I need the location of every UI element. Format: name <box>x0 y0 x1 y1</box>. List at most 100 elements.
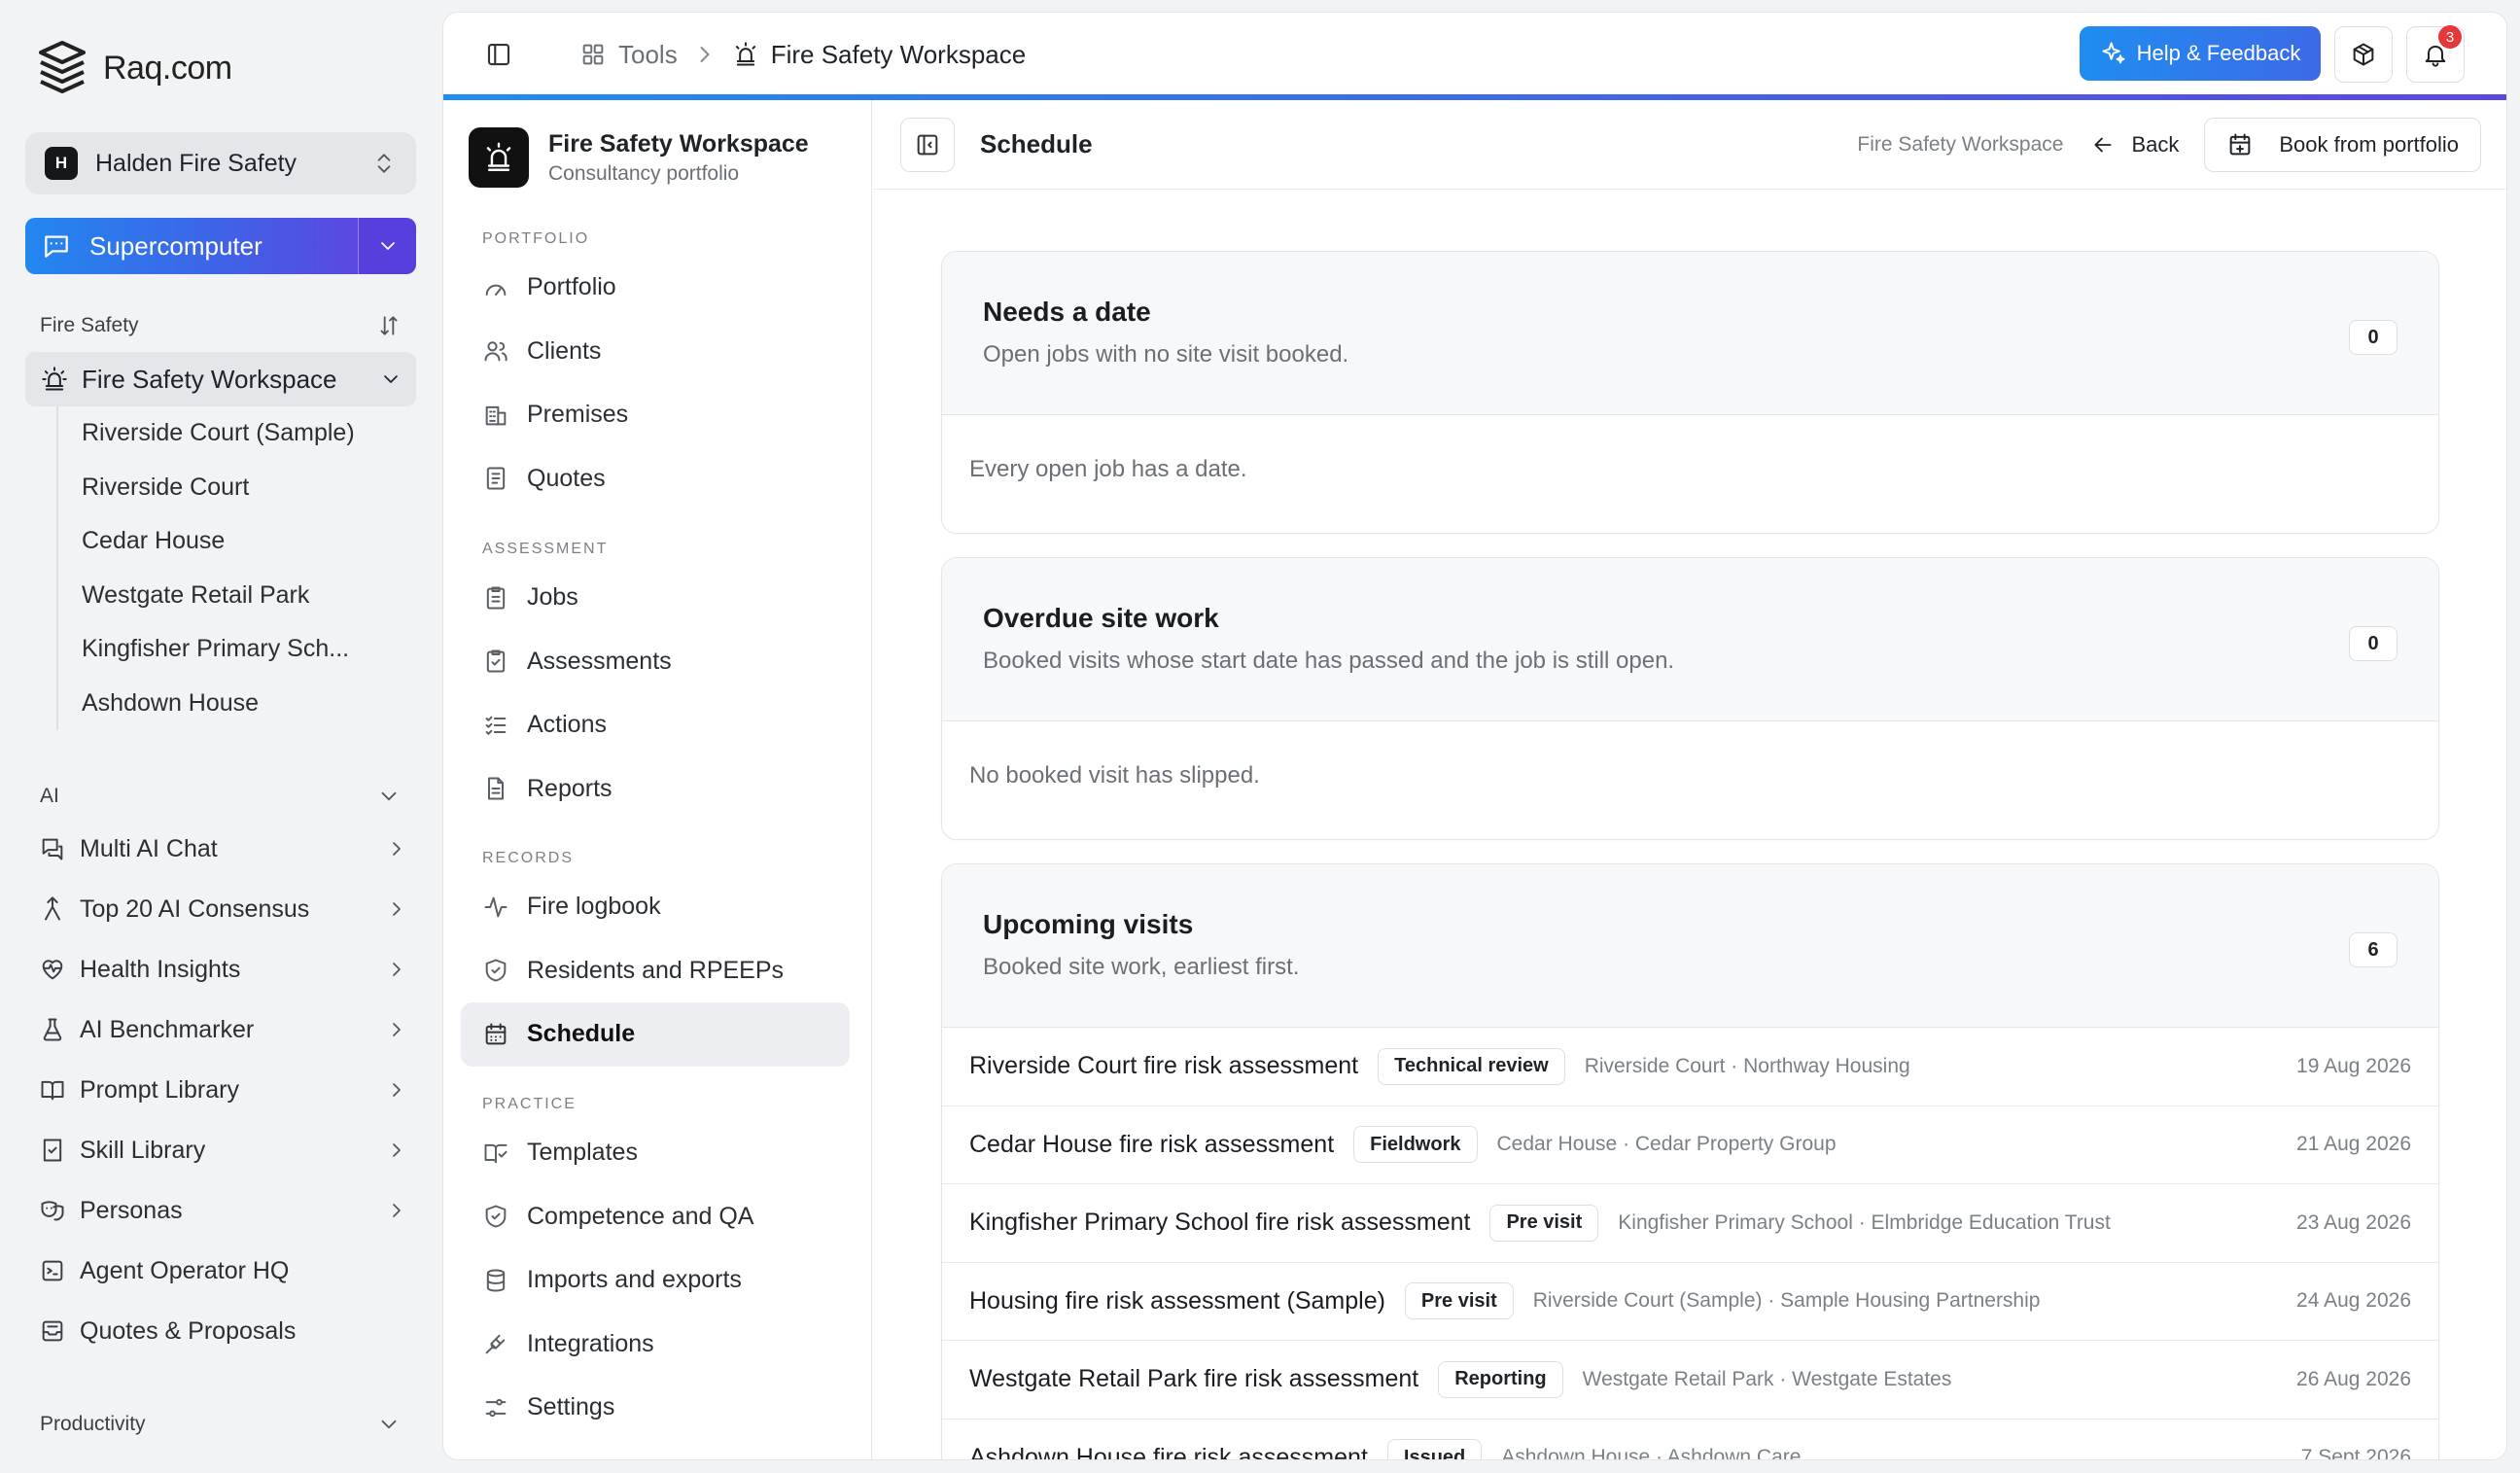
nav-item-fire-logbook[interactable]: Fire logbook <box>461 875 850 939</box>
stage-badge: Pre visit <box>1404 1282 1514 1320</box>
section-label: Fire Safety <box>40 314 139 336</box>
back-label: Back <box>2131 132 2180 157</box>
nav-item-quotes[interactable]: Quotes <box>461 447 850 511</box>
sidebar-item-top-20-ai-consensus[interactable]: Top 20 AI Consensus <box>25 879 416 939</box>
nav-item-templates[interactable]: Templates <box>461 1121 850 1185</box>
nav-item-label: Premises <box>527 401 629 429</box>
sidebar-item-prompt-library[interactable]: Prompt Library <box>25 1060 416 1120</box>
sidebar-item-skill-library[interactable]: Skill Library <box>25 1120 416 1180</box>
sub-item[interactable]: Ashdown House <box>58 677 389 731</box>
stage-badge: Reporting <box>1438 1360 1563 1398</box>
nav-item-settings[interactable]: Settings <box>461 1376 850 1440</box>
nav-item-jobs[interactable]: Jobs <box>461 566 850 630</box>
table-row[interactable]: Ashdown House fire risk assessment Issue… <box>942 1420 2438 1459</box>
sidebar-toggle-icon[interactable] <box>484 40 513 69</box>
sub-item[interactable]: Riverside Court <box>58 461 389 515</box>
nav-item-imports-exports[interactable]: Imports and exports <box>461 1248 850 1313</box>
table-row[interactable]: Housing fire risk assessment (Sample) Pr… <box>942 1263 2438 1341</box>
nav-item-schedule[interactable]: Schedule <box>461 1002 850 1067</box>
sidebar-item-ai-benchmarker[interactable]: AI Benchmarker <box>25 1000 416 1060</box>
visit-title[interactable]: Westgate Retail Park fire risk assessmen… <box>969 1365 1418 1393</box>
sliders-icon <box>485 1398 507 1417</box>
count-badge: 0 <box>2349 626 2398 661</box>
chevron-right-icon <box>393 1083 401 1097</box>
table-row[interactable]: Westgate Retail Park fire risk assessmen… <box>942 1341 2438 1420</box>
visit-title[interactable]: Riverside Court fire risk assessment <box>969 1052 1358 1080</box>
table-row[interactable]: Cedar House fire risk assessment Fieldwo… <box>942 1106 2438 1184</box>
stage-badge: Pre visit <box>1489 1204 1599 1242</box>
nav-item-residents-rpeeps[interactable]: Residents and RPEEPs <box>461 939 850 1003</box>
sidebar-item-quotes-proposals[interactable]: Quotes & Proposals <box>25 1301 416 1361</box>
module-nav: Fire Safety Workspace Consultancy portfo… <box>443 100 872 1459</box>
org-switcher[interactable]: H Halden Fire Safety <box>25 132 416 194</box>
sidebar-item-personas[interactable]: Personas <box>25 1180 416 1241</box>
visit-title[interactable]: Housing fire risk assessment (Sample) <box>969 1287 1385 1315</box>
sub-item[interactable]: Kingfisher Primary Sch... <box>58 622 389 677</box>
book-label: Book from portfolio <box>2279 132 2459 157</box>
chat-square-icon <box>45 235 68 258</box>
supercomputer-dropdown[interactable] <box>358 218 416 274</box>
nav-item-clients[interactable]: Clients <box>461 320 850 384</box>
card-description: Open jobs with no site visit booked. <box>983 341 1349 368</box>
nav-item-portfolio[interactable]: Portfolio <box>461 256 850 320</box>
nav-item-reports[interactable]: Reports <box>461 757 850 822</box>
table-row[interactable]: Riverside Court fire risk assessment Tec… <box>942 1028 2438 1106</box>
sidebar-item-label: Agent Operator HQ <box>80 1256 290 1284</box>
nav-group-records: RECORDS Fire logbook Residents and RPEEP… <box>461 850 850 1067</box>
notification-count: 3 <box>2438 25 2462 49</box>
visit-title[interactable]: Cedar House fire risk assessment <box>969 1131 1334 1159</box>
help-feedback-button[interactable]: Help & Feedback <box>2080 26 2321 81</box>
nav-item-actions[interactable]: Actions <box>461 693 850 757</box>
count-badge: 6 <box>2349 932 2398 967</box>
nav-item-label: Jobs <box>527 583 578 612</box>
back-button[interactable]: Back <box>2090 132 2179 158</box>
sub-item[interactable]: Cedar House <box>58 514 389 569</box>
book-from-portfolio-button[interactable]: Book from portfolio <box>2204 118 2481 172</box>
sub-item[interactable]: Westgate Retail Park <box>58 569 389 623</box>
sidebar-item-health-insights[interactable]: Health Insights <box>25 939 416 1000</box>
nav-item-assessments[interactable]: Assessments <box>461 630 850 694</box>
siren-icon <box>42 367 67 391</box>
stage-badge: Technical review <box>1378 1047 1565 1085</box>
section-productivity[interactable]: Productivity <box>40 1412 402 1437</box>
visit-meta: Cedar House · Cedar Property Group <box>1496 1133 1837 1156</box>
visit-date: 23 Aug 2026 <box>2296 1210 2411 1234</box>
heart-pulse-icon <box>42 960 63 980</box>
brand[interactable]: Raq.com <box>35 39 232 97</box>
sidebar-item-multi-ai-chat[interactable]: Multi AI Chat <box>25 819 416 879</box>
sub-item[interactable]: Riverside Court (Sample) <box>58 406 389 461</box>
cube-button[interactable] <box>2334 26 2393 83</box>
breadcrumb-current: Fire Safety Workspace <box>732 40 1026 70</box>
building-icon <box>485 405 507 426</box>
visit-title[interactable]: Ashdown House fire risk assessment <box>969 1444 1368 1459</box>
nav-item-integrations[interactable]: Integrations <box>461 1313 850 1377</box>
visit-title[interactable]: Kingfisher Primary School fire risk asse… <box>969 1209 1470 1237</box>
chevron-down-icon <box>381 791 397 801</box>
chevron-down-icon <box>381 1420 397 1429</box>
cube-icon <box>2353 43 2374 66</box>
notifications-button[interactable]: 3 <box>2406 25 2465 83</box>
siren-icon <box>735 42 755 66</box>
users-icon <box>484 341 508 362</box>
nav-item-premises[interactable]: Premises <box>461 383 850 447</box>
section-label: Productivity <box>40 1413 146 1435</box>
visit-meta: Westgate Retail Park · Westgate Estates <box>1582 1367 1952 1390</box>
nav-item-competence-qa[interactable]: Competence and QA <box>461 1185 850 1249</box>
workspace-sub-list: Riverside Court (Sample) Riverside Court… <box>56 406 389 730</box>
table-row[interactable]: Kingfisher Primary School fire risk asse… <box>942 1184 2438 1263</box>
module-logo <box>469 127 529 188</box>
needs-date-card: Needs a date Open jobs with no site visi… <box>941 251 2439 534</box>
sidebar-item-label: Personas <box>80 1196 183 1224</box>
sidebar-item-fire-safety-workspace[interactable]: Fire Safety Workspace <box>25 352 416 406</box>
breadcrumb-tools[interactable]: Tools <box>579 40 678 70</box>
sort-icon[interactable] <box>376 313 402 338</box>
sidebar-item-agent-operator-hq[interactable]: Agent Operator HQ <box>25 1241 416 1301</box>
workspace-crumb[interactable]: Fire Safety Workspace <box>1857 133 2063 157</box>
clipboard-check-icon <box>486 649 506 673</box>
section-fire-safety[interactable]: Fire Safety <box>40 313 402 338</box>
supercomputer-button[interactable]: Supercomputer <box>25 218 416 274</box>
panel-toggle-button[interactable] <box>900 118 955 172</box>
supercomputer-main[interactable]: Supercomputer <box>25 218 358 274</box>
upcoming-visits-card: Upcoming visits Booked site work, earlie… <box>941 863 2439 1459</box>
section-ai[interactable]: AI <box>40 784 402 809</box>
